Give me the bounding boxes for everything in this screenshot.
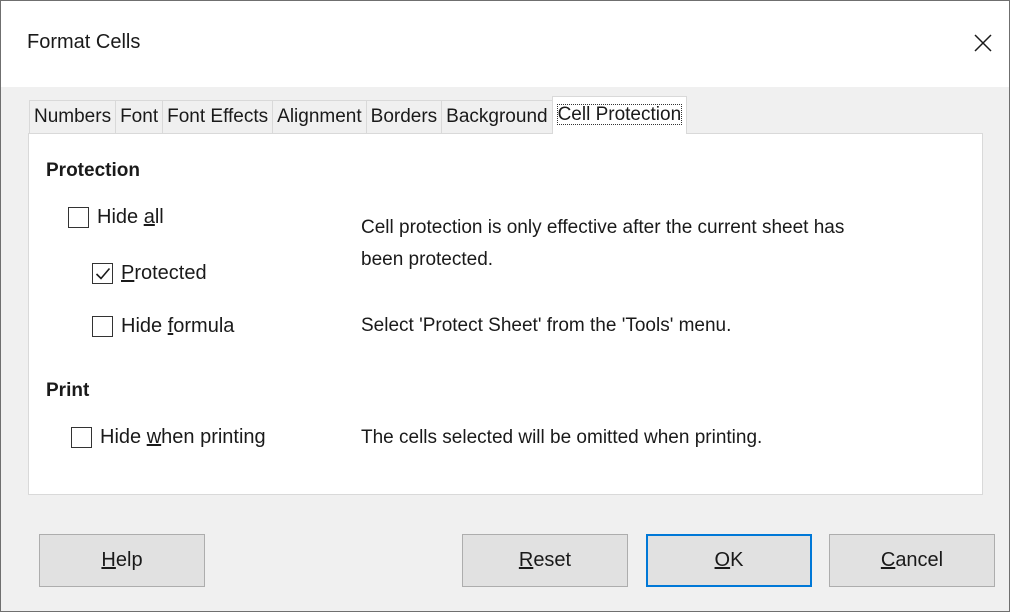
tab-cell-protection[interactable]: Cell Protection: [551, 96, 688, 134]
print-info-text: The cells selected will be omitted when …: [361, 427, 763, 448]
tab-borders[interactable]: Borders: [365, 100, 443, 134]
protected-checkbox[interactable]: Protected: [92, 262, 207, 285]
tab-label: Cell Protection: [556, 104, 683, 125]
hide-all-checkbox[interactable]: Hide all: [68, 206, 164, 229]
hide-all-box[interactable]: [68, 207, 89, 228]
hide-all-label: Hide all: [97, 206, 164, 228]
print-heading: Print: [46, 380, 90, 401]
tab-background[interactable]: Background: [441, 100, 553, 134]
hide-formula-label: Hide formula: [121, 315, 235, 337]
hide-when-printing-label: Hide when printing: [100, 426, 266, 448]
hide-formula-box[interactable]: [92, 316, 113, 337]
tab-font[interactable]: Font: [115, 100, 164, 134]
tab-label: Alignment: [277, 106, 362, 127]
tab-numbers[interactable]: Numbers: [29, 100, 117, 134]
hide-formula-checkbox[interactable]: Hide formula: [92, 315, 234, 338]
hide-when-printing-checkbox[interactable]: Hide when printing: [71, 426, 266, 449]
protect-sheet-hint: Select 'Protect Sheet' from the 'Tools' …: [361, 315, 732, 336]
tab-label: Background: [446, 106, 548, 127]
protection-heading: Protection: [46, 160, 140, 181]
reset-button[interactable]: Reset: [462, 534, 628, 587]
close-icon: [974, 34, 992, 52]
tab-label: Font Effects: [167, 106, 269, 127]
info-line: Cell protection is only effective after …: [361, 217, 845, 238]
tab-alignment[interactable]: Alignment: [272, 100, 367, 134]
ok-button[interactable]: OK: [646, 534, 812, 587]
protected-box[interactable]: [92, 263, 113, 284]
info-line: been protected.: [361, 249, 494, 270]
format-cells-dialog: Format Cells Numbers Font Font Effects A…: [0, 0, 1010, 612]
hide-when-printing-box[interactable]: [71, 427, 92, 448]
protection-info-text: Cell protection is only effective after …: [361, 212, 844, 276]
help-button[interactable]: Help: [39, 534, 205, 587]
protected-label: Protected: [121, 262, 207, 284]
tab-label: Numbers: [34, 106, 112, 127]
close-button[interactable]: [961, 21, 1009, 65]
tab-font-effects[interactable]: Font Effects: [162, 100, 274, 134]
tab-bar: Numbers Font Font Effects Alignment Bord…: [29, 96, 688, 134]
dialog-title: Format Cells: [27, 31, 141, 53]
cancel-button[interactable]: Cancel: [829, 534, 995, 587]
tab-label: Font: [120, 106, 159, 127]
checkmark-icon: [95, 267, 111, 280]
tab-label: Borders: [370, 106, 438, 127]
cell-protection-panel: Protection Hide all Protected Hide formu…: [28, 133, 983, 495]
title-bar: Format Cells: [1, 1, 1009, 87]
